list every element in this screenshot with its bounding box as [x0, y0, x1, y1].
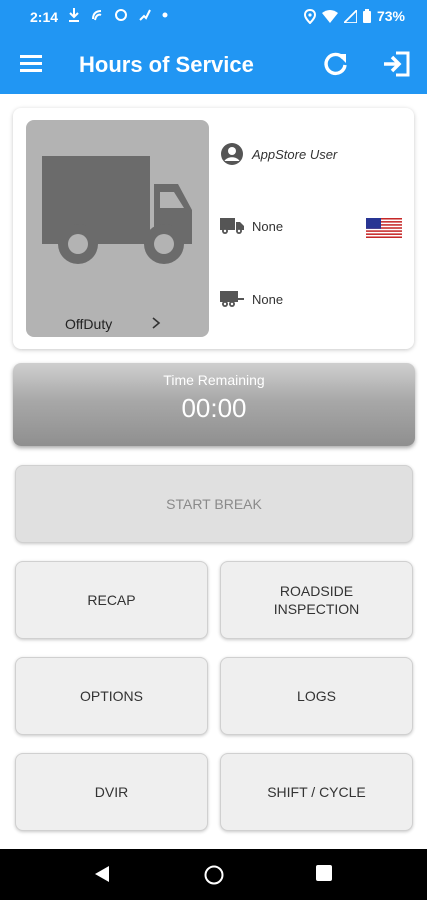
truck-icon: [42, 156, 192, 264]
dot-icon: [162, 12, 168, 18]
system-icons: 73%: [303, 8, 405, 24]
nfc-icon: [92, 10, 102, 21]
status-bar: 2:14 73%: [0, 0, 427, 35]
notification-icons: [68, 8, 168, 22]
truck-row: None: [220, 217, 283, 235]
dvir-button[interactable]: DVIR: [15, 753, 208, 831]
cast-icon: [139, 9, 151, 21]
record-icon: [115, 9, 127, 21]
duty-status-label: OffDuty: [65, 316, 113, 332]
user-row: AppStore User: [220, 142, 337, 166]
roadside-inspection-button[interactable]: ROADSIDE INSPECTION: [220, 561, 413, 639]
app-bar: Hours of Service: [0, 35, 427, 94]
logs-button[interactable]: LOGS: [220, 657, 413, 735]
recents-icon[interactable]: [316, 865, 332, 881]
driver-card: OffDuty AppStore User None None: [13, 108, 414, 349]
logout-icon[interactable]: [382, 50, 412, 78]
truck-value: None: [252, 218, 284, 234]
wifi-icon: [321, 9, 338, 23]
time-remaining-panel: Time Remaining 00:00: [13, 363, 415, 446]
us-flag-icon: [366, 218, 402, 238]
system-nav-bar: [0, 849, 427, 900]
menu-icon[interactable]: [20, 54, 42, 72]
battery-percent: 73%: [376, 8, 405, 24]
trailer-value: None: [252, 291, 284, 307]
chevron-right-icon: [152, 317, 161, 329]
user-icon: [221, 143, 243, 165]
time-remaining-value: 00:00: [181, 393, 247, 423]
recap-button[interactable]: RECAP: [15, 561, 208, 639]
shift-cycle-button[interactable]: SHIFT / CYCLE: [220, 753, 413, 831]
location-icon: [303, 8, 316, 24]
download-icon: [69, 8, 79, 22]
back-icon[interactable]: [94, 865, 110, 883]
battery-icon: [362, 9, 371, 23]
signal-icon: [343, 9, 357, 23]
home-icon[interactable]: [204, 865, 224, 885]
time-remaining-label: Time Remaining: [163, 372, 265, 388]
trailer-row: None: [220, 290, 283, 308]
refresh-icon[interactable]: [322, 50, 350, 78]
truck-small-icon: [220, 218, 244, 234]
trailer-icon: [220, 291, 244, 307]
duty-status-tile[interactable]: OffDuty: [26, 120, 209, 337]
clock: 2:14: [30, 9, 59, 25]
start-break-button[interactable]: START BREAK: [15, 465, 413, 543]
user-name: AppStore User: [252, 146, 338, 162]
options-button[interactable]: OPTIONS: [15, 657, 208, 735]
page-title: Hours of Service: [79, 52, 254, 77]
